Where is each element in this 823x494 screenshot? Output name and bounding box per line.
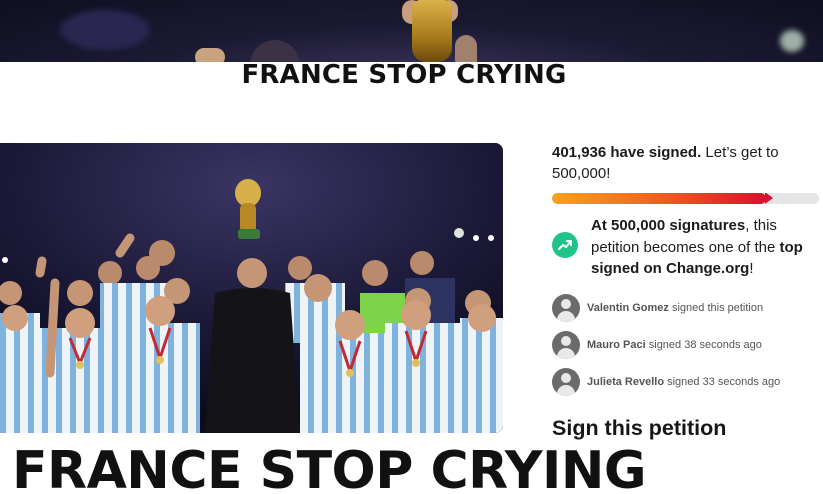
signer-action: signed this petition bbox=[668, 301, 764, 314]
list-item: Valentin Gomez signed this petition bbox=[552, 293, 822, 322]
signature-count: 401,936 have signed. Let’s get to 500,00… bbox=[552, 142, 822, 184]
list-item: Mauro Paci signed 38 seconds ago bbox=[552, 330, 822, 359]
list-item: Julieta Revello signed 33 seconds ago bbox=[552, 367, 822, 396]
signer-name: Valentin Gomez bbox=[587, 301, 669, 314]
avatar bbox=[552, 330, 580, 359]
milestone-text-2: ! bbox=[749, 260, 754, 277]
trending-up-icon bbox=[552, 232, 578, 258]
signer-name: Julieta Revello bbox=[587, 375, 665, 388]
trophy-icon bbox=[412, 0, 452, 62]
sign-petition-heading: Sign this petition bbox=[552, 416, 727, 440]
progress-fill bbox=[552, 193, 773, 204]
avatar bbox=[552, 293, 580, 322]
signer-action: signed 33 seconds ago bbox=[664, 375, 781, 388]
milestone-bold-1: At 500,000 signatures bbox=[591, 217, 746, 234]
headline-bottom: FRANCE STOP CRYING bbox=[12, 441, 647, 494]
signer-name: Mauro Paci bbox=[587, 338, 646, 351]
petition-photo bbox=[0, 143, 503, 433]
milestone-notice: At 500,000 signatures, this petition bec… bbox=[552, 215, 822, 280]
signer-action: signed 38 seconds ago bbox=[645, 338, 762, 351]
recent-signers-list: Valentin Gomez signed this petition Maur… bbox=[552, 293, 822, 396]
petition-panel: 401,936 have signed. Let’s get to 500,00… bbox=[552, 142, 822, 405]
signature-progress-bar bbox=[552, 193, 819, 204]
avatar bbox=[552, 367, 580, 396]
top-photo-strip bbox=[0, 0, 823, 62]
headline-top: FRANCE STOP CRYING bbox=[241, 60, 567, 90]
milestone-text: At 500,000 signatures, this petition bec… bbox=[591, 215, 822, 280]
signed-count: 401,936 have signed. bbox=[552, 144, 702, 161]
